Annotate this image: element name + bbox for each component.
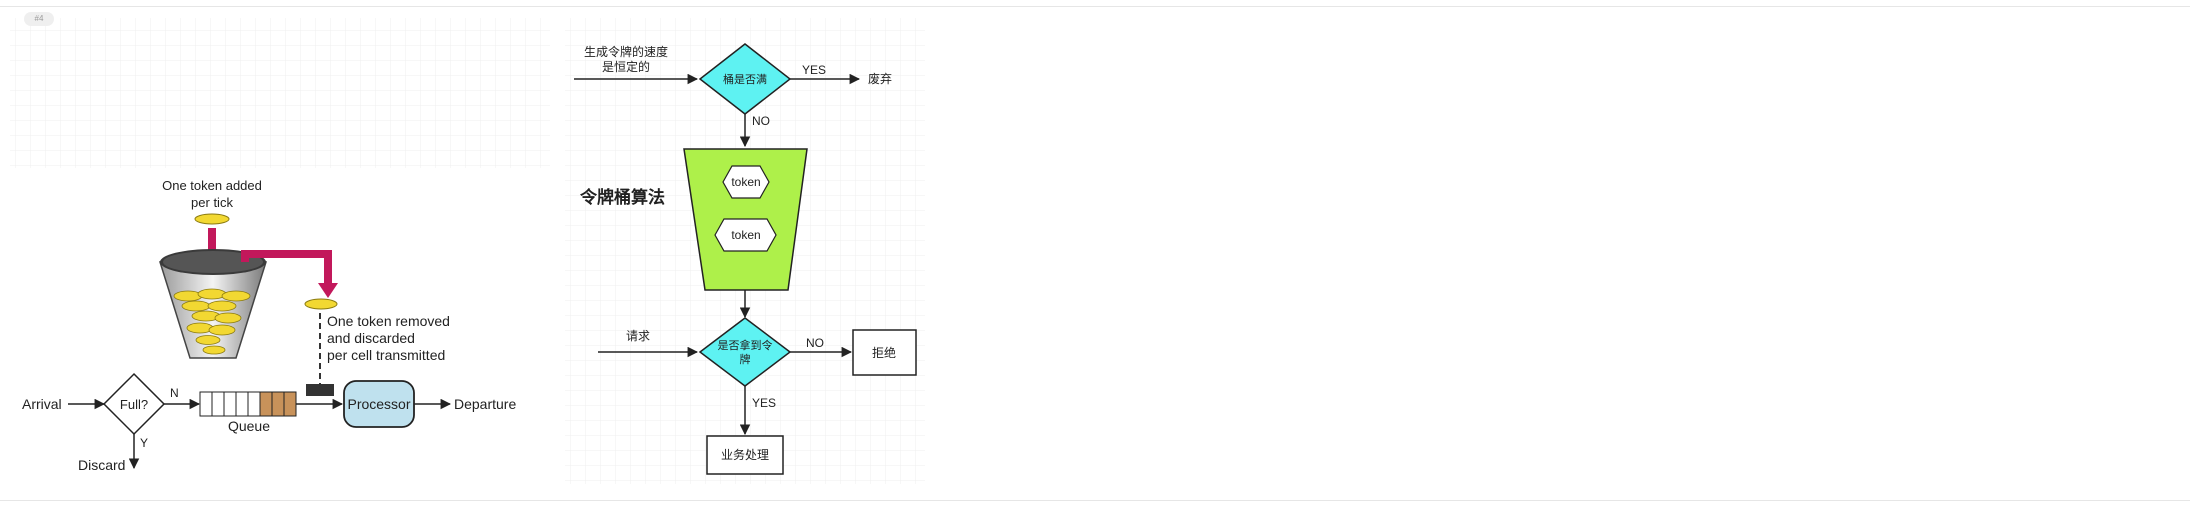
removed-coin	[304, 298, 338, 310]
rate-label-line1: 生成令牌的速度	[584, 44, 668, 59]
request-label: 请求	[626, 329, 650, 343]
full-label: Full?	[120, 397, 148, 412]
got-token-label-line2: 牌	[740, 352, 751, 366]
no-label-2: NO	[806, 336, 824, 350]
falling-coin	[194, 213, 230, 225]
gate-block	[306, 384, 334, 396]
y-label: Y	[140, 436, 148, 450]
queue-label: Queue	[228, 418, 270, 434]
queue-cells	[199, 391, 297, 417]
faint-grid-top	[10, 18, 550, 168]
token-bucket-flowchart: 生成令牌的速度 是恒定的 桶是否满 YES 废弃 NO 令牌桶算法 token …	[565, 18, 925, 484]
n-label: N	[170, 386, 179, 400]
flowchart-title: 令牌桶算法	[580, 187, 665, 208]
removed-label-line3: per cell transmitted	[327, 347, 445, 363]
got-token-label-line1: 是否拿到令	[718, 338, 773, 352]
rate-label-line2: 是恒定的	[602, 59, 650, 74]
arrival-label: Arrival	[22, 396, 62, 412]
token-label-2: token	[731, 228, 760, 242]
departure-label: Departure	[454, 396, 516, 412]
token-label-1: token	[731, 175, 760, 189]
processor-label: Processor	[347, 396, 410, 412]
removed-label-line1: One token removed	[327, 313, 450, 329]
added-label-line1: One token added	[162, 178, 262, 193]
discard-label: Discard	[78, 457, 125, 473]
diagram-canvas: One token added per tick One token remov…	[10, 18, 925, 484]
remove-arrow-head	[318, 283, 338, 298]
no-label-1: NO	[752, 114, 770, 128]
reject-label: 拒绝	[872, 345, 896, 360]
token-bucket-illustration: One token added per tick One token remov…	[10, 18, 550, 473]
yes-label-1: YES	[802, 63, 826, 77]
yes-label-2: YES	[752, 396, 776, 410]
discard-label-cn: 废弃	[868, 71, 892, 86]
removed-label-line2: and discarded	[327, 330, 415, 346]
process-label: 业务处理	[721, 447, 769, 462]
bucket-full-label: 桶是否满	[723, 72, 767, 86]
added-label-line2: per tick	[191, 195, 233, 210]
